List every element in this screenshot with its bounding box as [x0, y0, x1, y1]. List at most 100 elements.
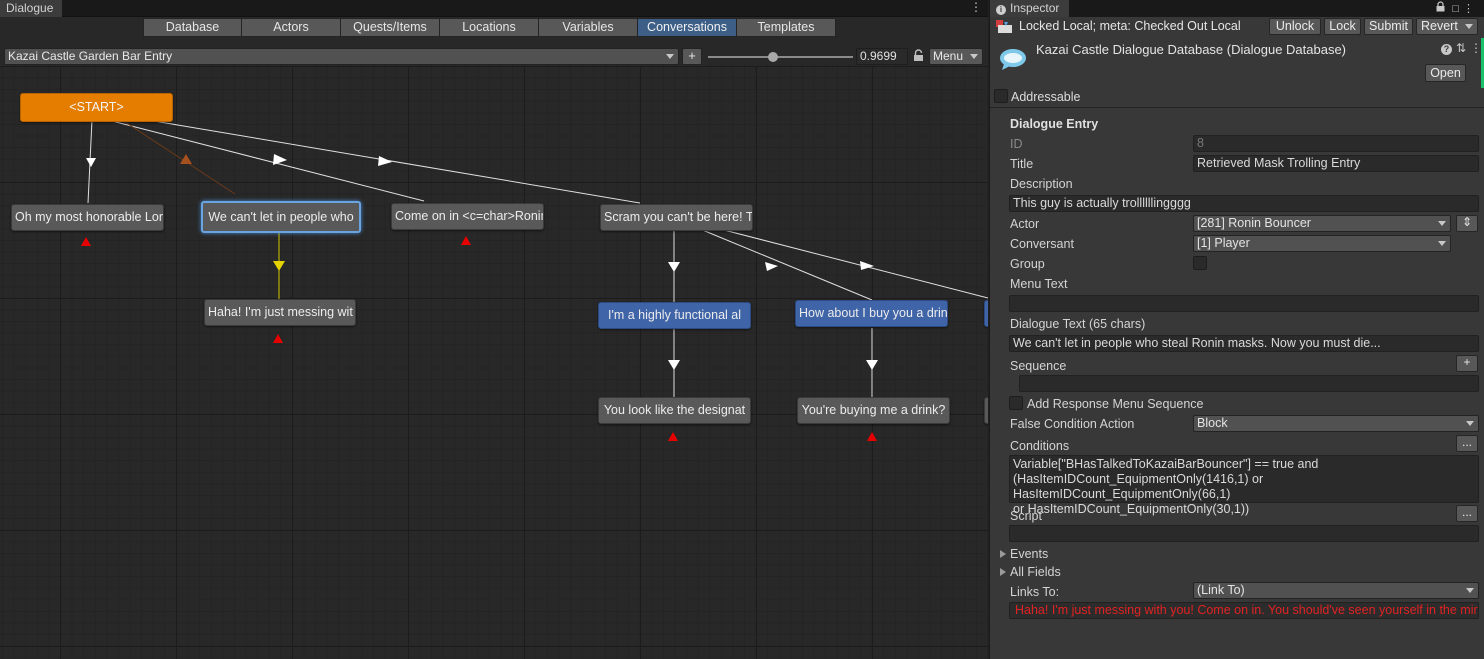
false-condition-select[interactable]: Block	[1193, 415, 1479, 432]
node-player-offscreen[interactable]	[984, 300, 988, 327]
links-to-select-label: (Link To)	[1197, 583, 1245, 597]
tab-variables[interactable]: Variables	[538, 18, 638, 37]
tab-templates[interactable]: Templates	[736, 18, 836, 37]
help-icon[interactable]: ?	[1441, 44, 1452, 55]
menu-text-field[interactable]	[1009, 295, 1479, 312]
tab-actors[interactable]: Actors	[241, 18, 341, 37]
caret-down-icon	[1465, 24, 1473, 29]
group-checkbox[interactable]	[1193, 256, 1207, 270]
zoom-slider-thumb[interactable]	[768, 52, 779, 62]
conditions-line: or HasItemIDCount_EquipmentOnly(30,1))	[1013, 502, 1250, 516]
add-response-checkbox[interactable]	[1009, 396, 1023, 410]
all-fields-label: All Fields	[1010, 565, 1061, 579]
caret-down-icon	[1438, 241, 1446, 246]
node-start[interactable]: <START>	[20, 93, 173, 122]
node-npc-honorable-lord[interactable]: Oh my most honorable Lord.	[11, 204, 164, 231]
tab-quests-items[interactable]: Quests/Items	[340, 18, 440, 37]
conditions-wizard-button[interactable]: ...	[1456, 435, 1478, 452]
sequence-field[interactable]	[1019, 375, 1479, 392]
revert-button[interactable]: Revert	[1416, 18, 1478, 35]
lock-icon[interactable]	[1436, 1, 1445, 12]
node-player-functional[interactable]: I'm a highly functional al	[598, 302, 751, 329]
dialogue-panel: Dialogue ⋮ Database Actors Quests/Items …	[0, 0, 988, 659]
add-conversation-button[interactable]: +	[682, 48, 702, 65]
sequence-label: Sequence	[1010, 359, 1067, 373]
zoom-value-field[interactable]: 0.9699	[856, 48, 908, 65]
events-foldout[interactable]: Events	[1000, 547, 1048, 561]
kebab-icon[interactable]: ⋮	[1463, 3, 1478, 15]
node-canvas[interactable]: <START> Oh my most honorable Lord. We ca…	[0, 66, 988, 659]
id-label: ID	[1010, 137, 1023, 151]
settings-icon[interactable]: ⇅	[1456, 41, 1466, 55]
group-label: Group	[1010, 257, 1045, 271]
lock-icon[interactable]	[913, 49, 925, 63]
node-selected-entry[interactable]: We can't let in people who	[201, 201, 361, 233]
inspector-tab-label: Inspector	[1010, 1, 1060, 15]
tab-database[interactable]: Database	[143, 18, 242, 37]
sequence-add-button[interactable]: +	[1456, 355, 1478, 372]
linked-entry-link[interactable]: Haha! I'm just messing with you! Come on…	[1009, 602, 1479, 619]
script-label: Script	[1010, 509, 1042, 523]
tab-conversations[interactable]: Conversations	[637, 18, 737, 37]
all-fields-foldout[interactable]: All Fields	[1000, 565, 1061, 579]
dialogue-text-label: Dialogue Text (65 chars)	[1010, 317, 1146, 331]
node-links	[86, 119, 988, 397]
conditions-label: Conditions	[1010, 439, 1070, 453]
conversation-select[interactable]: Kazai Castle Garden Bar Entry	[4, 48, 679, 65]
actor-swap-button[interactable]: ⇕	[1456, 215, 1478, 232]
dialogue-text-field[interactable]: We can't let in people who steal Ronin m…	[1009, 335, 1479, 352]
red-triangle-icon	[81, 237, 91, 246]
node-npc-offscreen[interactable]	[984, 397, 988, 424]
menu-button[interactable]: Menu	[929, 48, 983, 65]
actor-select[interactable]: [281] Ronin Bouncer	[1193, 215, 1451, 232]
dialogue-tab[interactable]: Dialogue	[0, 0, 63, 17]
kebab-icon[interactable]: ⋮	[970, 0, 982, 16]
addressable-row: Addressable	[990, 88, 1484, 108]
inspector-tab[interactable]: i Inspector	[990, 0, 1070, 17]
title-label: Title	[1010, 157, 1034, 171]
node-npc-scram[interactable]: Scram you can't be here! T	[600, 204, 753, 231]
dialogue-db-icon	[1000, 49, 1026, 70]
red-triangle-icon	[668, 432, 678, 441]
version-control-bar: Locked Local; meta: Checked Out Local Un…	[990, 17, 1484, 36]
lock-button[interactable]: Lock	[1324, 18, 1361, 35]
red-triangle-icon	[867, 432, 877, 441]
script-wizard-button[interactable]: ...	[1456, 505, 1478, 522]
unlock-button[interactable]: Unlock	[1269, 18, 1321, 35]
maximize-icon[interactable]: □	[1452, 3, 1463, 15]
conditions-line: Variable["BHasTalkedToKazaiBarBouncer"] …	[1013, 457, 1319, 471]
foldout-arrow-icon	[1000, 568, 1006, 576]
conditions-field[interactable]: Variable["BHasTalkedToKazaiBarBouncer"] …	[1009, 455, 1479, 516]
node-npc-haha[interactable]: Haha! I'm just messing wit	[204, 299, 356, 326]
dialogue-tab-bar: Dialogue ⋮	[0, 0, 988, 17]
conversant-select[interactable]: [1] Player	[1193, 235, 1451, 252]
node-npc-buying-drink[interactable]: You're buying me a drink?	[797, 397, 950, 424]
addressable-label: Addressable	[1011, 90, 1081, 104]
node-player-buy-drink[interactable]: How about I buy you a drin	[795, 300, 948, 327]
conversant-label: Conversant	[1010, 237, 1074, 251]
false-condition-select-label: Block	[1197, 416, 1228, 430]
tab-window-icons[interactable]: □⋮	[1436, 1, 1478, 15]
menu-text-label: Menu Text	[1010, 277, 1068, 291]
title-field[interactable]: Retrieved Mask Trolling Entry	[1193, 155, 1479, 172]
node-npc-designated[interactable]: You look like the designat	[598, 397, 751, 424]
addressable-checkbox[interactable]	[994, 89, 1008, 103]
red-triangle-icon	[273, 334, 283, 343]
open-button[interactable]: Open	[1425, 64, 1466, 82]
inspector-panel: i Inspector □⋮ Locked Local; meta: Checke…	[989, 0, 1484, 659]
script-field[interactable]	[1009, 525, 1479, 542]
events-label: Events	[1010, 547, 1049, 561]
submit-button[interactable]: Submit	[1364, 18, 1413, 35]
zoom-slider[interactable]	[708, 56, 853, 58]
tab-locations[interactable]: Locations	[439, 18, 539, 37]
links-to-select[interactable]: (Link To)	[1193, 582, 1479, 599]
conversation-toolbar: Kazai Castle Garden Bar Entry + 0.9699 M…	[0, 47, 988, 66]
description-field[interactable]: This guy is actually trollllllingggg	[1009, 195, 1479, 212]
node-npc-come-on-in[interactable]: Come on in <c=char>Ronin-	[391, 203, 544, 230]
object-title: Kazai Castle Dialogue Database (Dialogue…	[1036, 42, 1347, 57]
description-label: Description	[1010, 177, 1073, 191]
actor-select-label: [281] Ronin Bouncer	[1197, 216, 1311, 230]
caret-down-icon	[970, 54, 978, 59]
revert-button-label: Revert	[1421, 19, 1458, 33]
vcs-status-text: Locked Local; meta: Checked Out Local	[1019, 19, 1241, 33]
